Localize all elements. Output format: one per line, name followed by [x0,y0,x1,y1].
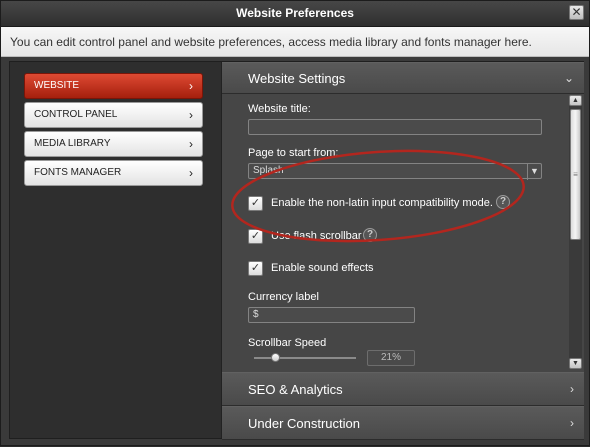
sidebar-item-media-library[interactable]: MEDIA LIBRARY › [24,131,203,157]
vertical-scrollbar[interactable]: ▲ ≡ ▼ [569,95,582,369]
preferences-window: Website Preferences ✕ You can edit contr… [0,0,590,446]
help-icon[interactable]: ? [363,228,377,242]
section-under-construction[interactable]: Under Construction › [222,406,584,440]
section-website-settings[interactable]: Website Settings ⌄ [222,62,584,94]
scroll-down-button[interactable]: ▼ [569,358,582,369]
sidebar-item-label: CONTROL PANEL [34,109,118,120]
close-button[interactable]: ✕ [569,5,584,20]
website-title-input[interactable] [248,119,542,135]
section-label: Website Settings [248,71,346,86]
section-seo-analytics[interactable]: SEO & Analytics › [222,372,584,406]
currency-label: Currency label [248,291,319,303]
check-icon: ✓ [250,262,261,274]
currency-input[interactable]: $ [248,307,415,323]
flash-scrollbar-label: Use flash scrollbar [271,230,362,242]
sidebar-item-fonts-manager[interactable]: FONTS MANAGER › [24,160,203,186]
sidebar-item-label: MEDIA LIBRARY [34,138,111,149]
sidebar-item-control-panel[interactable]: CONTROL PANEL › [24,102,203,128]
check-icon: ✓ [250,230,261,242]
website-title-label: Website title: [248,103,311,115]
dropdown-arrow-icon[interactable]: ▼ [527,164,541,180]
speed-slider-handle[interactable] [271,353,281,362]
sidebar-item-website[interactable]: WEBSITE › [24,73,203,99]
help-icon[interactable]: ? [496,195,510,209]
nonlatin-checkbox[interactable]: ✓ [248,196,263,211]
window-title: Website Preferences [236,6,354,20]
sidebar: WEBSITE › CONTROL PANEL › MEDIA LIBRARY … [24,73,203,189]
sidebar-item-label: FONTS MANAGER [34,167,122,178]
sound-effects-label: Enable sound effects [271,262,374,274]
info-text: You can edit control panel and website p… [10,35,532,49]
section-label: SEO & Analytics [248,382,343,397]
chevron-down-icon: ⌄ [563,71,574,85]
chevron-right-icon: › [189,108,193,122]
nonlatin-label: Enable the non-latin input compatibility… [271,197,493,209]
scrollbar-speed-label: Scrollbar Speed [248,337,327,349]
chevron-right-icon: › [570,416,574,430]
sound-effects-checkbox[interactable]: ✓ [248,261,263,276]
section-label: Under Construction [248,416,360,431]
speed-slider-track[interactable] [254,357,356,359]
content-area: WEBSITE › CONTROL PANEL › MEDIA LIBRARY … [9,61,584,440]
scroll-thumb[interactable]: ≡ [570,109,581,240]
arrow-up-icon: ▲ [572,97,579,104]
settings-panel: Website Settings ⌄ Website title: Page t… [221,62,584,440]
sidebar-item-label: WEBSITE [34,80,80,91]
chevron-right-icon: › [189,166,193,180]
grip-icon: ≡ [573,170,578,179]
arrow-down-icon: ▼ [572,360,579,367]
start-page-value: Splash [253,165,284,176]
close-icon: ✕ [571,5,582,19]
title-bar[interactable]: Website Preferences ✕ [1,1,589,27]
chevron-right-icon: › [189,137,193,151]
website-settings-body: Website title: Page to start from: Splas… [222,94,584,372]
start-page-select[interactable]: Splash ▼ [248,163,542,180]
check-icon: ✓ [250,197,261,209]
info-bar: You can edit control panel and website p… [1,27,589,57]
scroll-up-button[interactable]: ▲ [569,95,582,106]
flash-scrollbar-checkbox[interactable]: ✓ [248,229,263,244]
chevron-right-icon: › [570,382,574,396]
start-page-label: Page to start from: [248,147,339,159]
speed-percent-value: 21% [367,350,415,366]
chevron-right-icon: › [189,79,193,93]
